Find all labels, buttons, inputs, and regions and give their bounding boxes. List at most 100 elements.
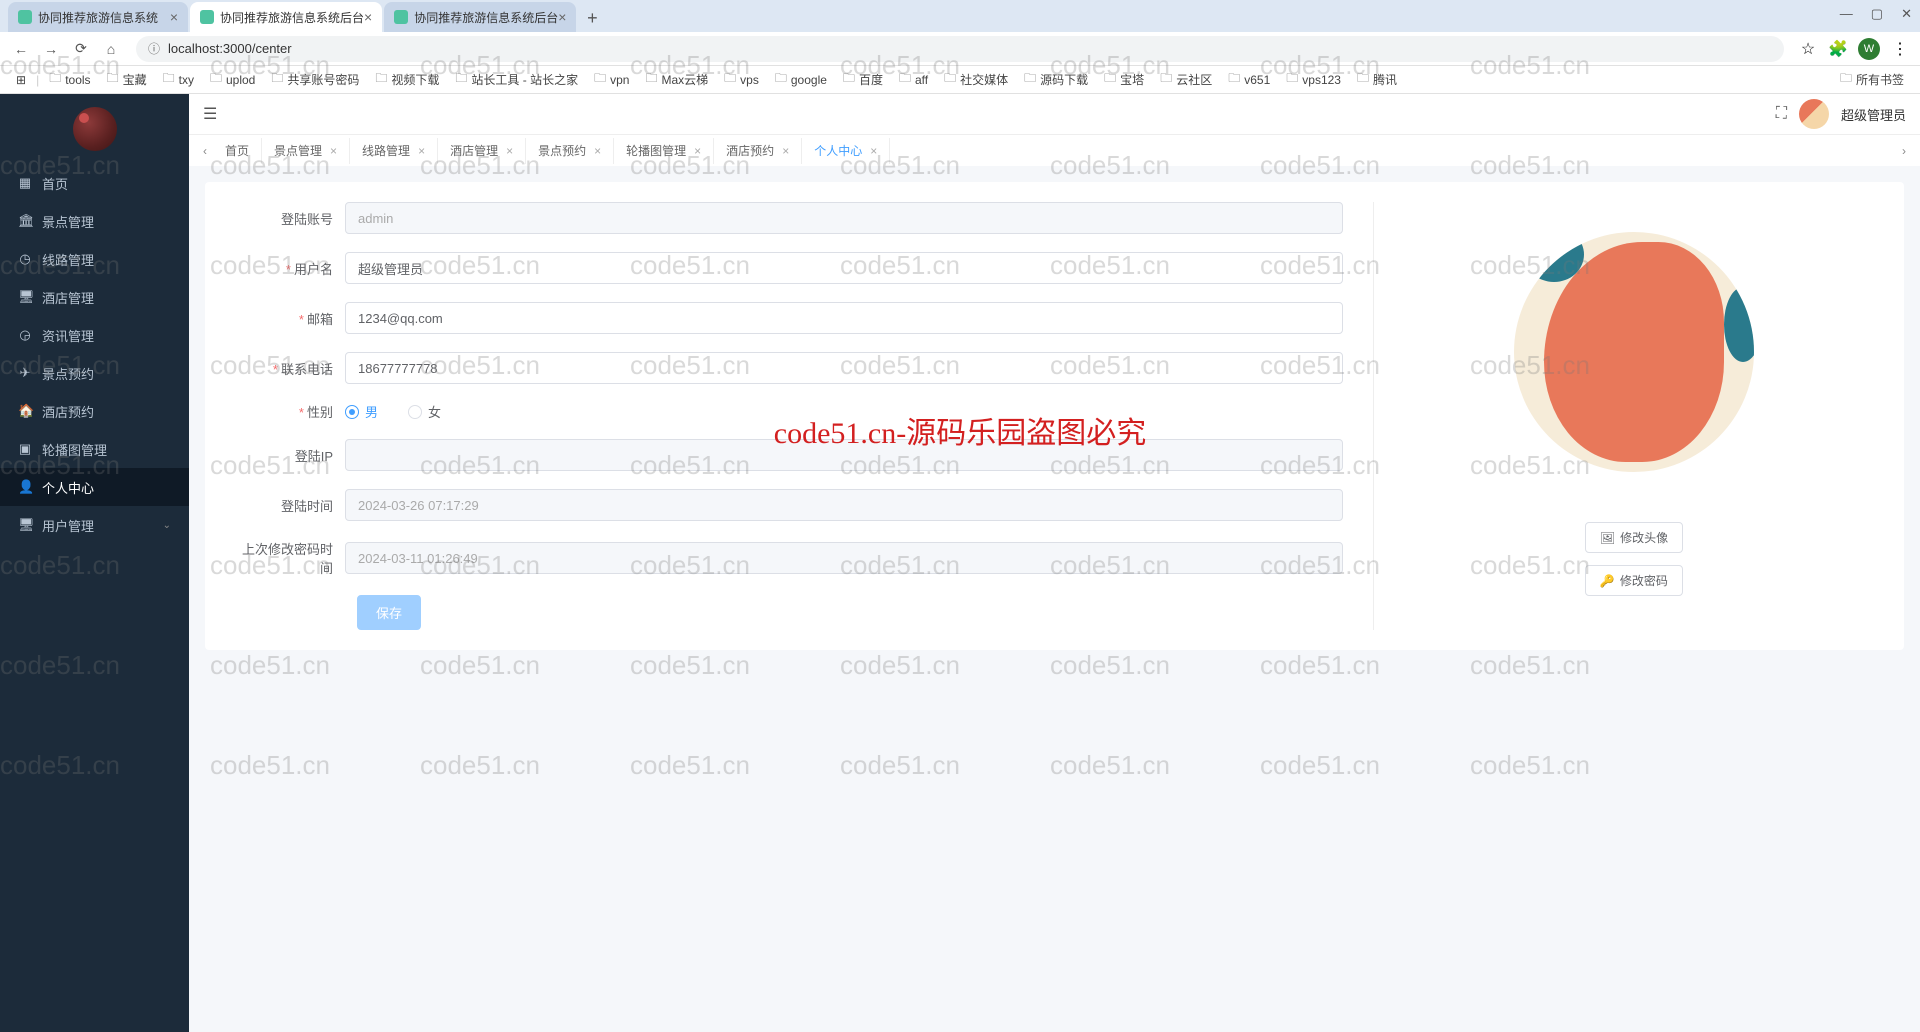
folder-icon: 🗀: [843, 69, 855, 90]
tab-close-icon[interactable]: ×: [330, 144, 337, 158]
tab-title: 协同推荐旅游信息系统后台: [220, 9, 364, 26]
bookmark-item[interactable]: 🗀tools: [43, 67, 96, 92]
tab-close-icon[interactable]: ×: [782, 144, 789, 158]
bookmark-item[interactable]: 🗀源码下载: [1018, 67, 1094, 92]
bookmark-item[interactable]: 🗀google: [769, 67, 833, 92]
url-field[interactable]: ⓘ localhost:3000/center: [136, 36, 1784, 62]
sidebar-item[interactable]: ✈景点预约: [0, 354, 189, 392]
bookmark-item[interactable]: 🗀社交媒体: [938, 67, 1014, 92]
folder-icon: 🗀: [107, 69, 119, 90]
radio-female[interactable]: 女: [408, 402, 441, 421]
bookmark-item[interactable]: 🗀视频下载: [369, 67, 445, 92]
page-tab[interactable]: 景点管理×: [262, 138, 350, 164]
sidebar-item[interactable]: 👤个人中心: [0, 468, 189, 506]
bookmark-item[interactable]: 🗀共享账号密码: [265, 67, 365, 92]
maximize-icon[interactable]: ▢: [1871, 6, 1883, 22]
page-tab[interactable]: 酒店管理 ×: [438, 138, 526, 164]
favicon-icon: [200, 10, 214, 24]
forward-button[interactable]: →: [40, 38, 62, 60]
change-password-button[interactable]: 🔑修改密码: [1585, 565, 1683, 596]
tabs-scroll-right-icon[interactable]: ›: [1896, 144, 1912, 158]
home-button[interactable]: ⌂: [100, 38, 122, 60]
bookmark-item[interactable]: 🗀v651: [1222, 67, 1276, 92]
tab-close-icon[interactable]: ×: [506, 144, 513, 158]
bookmark-item[interactable]: 🗀宝藏: [101, 67, 153, 92]
tab-close-icon[interactable]: ×: [418, 144, 425, 158]
page-tab[interactable]: 首页: [213, 138, 262, 164]
bookmark-item[interactable]: 🗀vps: [718, 67, 765, 92]
bookmark-item[interactable]: 🗀Max云梯: [639, 67, 714, 92]
bookmark-item[interactable]: 🗀uplod: [204, 67, 261, 92]
sidebar-icon: 👤: [18, 479, 32, 495]
page-tab[interactable]: 个人中心×: [802, 138, 890, 164]
sidebar-icon: 🖥: [18, 517, 32, 533]
folder-icon: 🗀: [1024, 69, 1036, 90]
radio-male[interactable]: 男: [345, 402, 378, 421]
tab-close-icon[interactable]: ×: [364, 9, 372, 25]
tabs-scroll-left-icon[interactable]: ‹: [197, 144, 213, 158]
sidebar-item[interactable]: ◷线路管理: [0, 240, 189, 278]
sidebar-item[interactable]: 🏛景点管理: [0, 202, 189, 240]
close-icon[interactable]: ✕: [1901, 6, 1912, 22]
page-tab[interactable]: 轮播图管理×: [614, 138, 714, 164]
fullscreen-icon[interactable]: ⛶: [1776, 105, 1787, 123]
bookmark-item[interactable]: 🗀云社区: [1154, 67, 1218, 92]
sidebar-item[interactable]: ▣轮播图管理: [0, 430, 189, 468]
browser-tab[interactable]: 协同推荐旅游信息系统后台×: [384, 2, 576, 32]
site-info-icon: ⓘ: [148, 40, 160, 57]
reload-button[interactable]: ⟳: [70, 38, 92, 60]
bookmark-item[interactable]: 🗀腾讯: [1351, 67, 1403, 92]
all-bookmarks[interactable]: 🗀所有书签: [1834, 67, 1910, 92]
input-email[interactable]: [345, 302, 1343, 334]
sidebar-item[interactable]: 🏠酒店预约: [0, 392, 189, 430]
bookmark-item[interactable]: 🗀站长工具 - 站长之家: [449, 67, 584, 92]
star-icon[interactable]: ☆: [1798, 39, 1818, 59]
browser-tab[interactable]: 协同推荐旅游信息系统后台×: [190, 2, 382, 32]
profile-form: 登陆账号 *用户名 *邮箱 *联系电话: [235, 202, 1374, 630]
change-avatar-button[interactable]: 🖼修改头像: [1585, 522, 1683, 553]
browser-tab[interactable]: 协同推荐旅游信息系统×: [8, 2, 188, 32]
bookmark-item[interactable]: 🗀vps123: [1280, 67, 1347, 92]
page-tab[interactable]: 景点预约×: [526, 138, 614, 164]
save-button[interactable]: 保存: [357, 595, 421, 630]
bookmark-item[interactable]: 🗀aff: [893, 67, 934, 92]
tab-close-icon[interactable]: ×: [594, 144, 601, 158]
bookmark-label: vps: [740, 73, 759, 87]
bookmark-item[interactable]: 🗀宝塔: [1098, 67, 1150, 92]
new-tab-button[interactable]: +: [578, 4, 606, 32]
sidebar-icon: 🖥: [18, 289, 32, 305]
input-pwd-time: [345, 542, 1343, 574]
sidebar-item[interactable]: ◶资讯管理: [0, 316, 189, 354]
tab-close-icon[interactable]: ×: [170, 9, 178, 25]
menu-icon[interactable]: ⋮: [1890, 39, 1910, 59]
tab-close-icon[interactable]: ×: [558, 9, 566, 25]
apps-button[interactable]: ⊞: [10, 71, 32, 89]
input-username[interactable]: [345, 252, 1343, 284]
page-tab[interactable]: 酒店预约×: [714, 138, 802, 164]
bookmark-item[interactable]: 🗀vpn: [588, 67, 635, 92]
page-tab[interactable]: 线路管理×: [350, 138, 438, 164]
bookmark-item[interactable]: 🗀txy: [157, 67, 200, 92]
folder-icon: 🗀: [775, 69, 787, 90]
sidebar-item[interactable]: 🖥酒店管理: [0, 278, 189, 316]
bookmark-item[interactable]: 🗀百度: [837, 67, 889, 92]
tab-close-icon[interactable]: ×: [694, 144, 701, 158]
favicon-icon: [394, 10, 408, 24]
header-avatar[interactable]: [1799, 99, 1829, 129]
profile-avatar[interactable]: W: [1858, 38, 1880, 60]
radio-dot-icon: [345, 405, 359, 419]
page-tab-label: 酒店管理: [450, 142, 498, 159]
sidebar-item[interactable]: ▦首页: [0, 164, 189, 202]
sidebar-item[interactable]: 🖥用户管理⌄: [0, 506, 189, 544]
big-avatar: [1514, 232, 1754, 472]
tab-close-icon[interactable]: ×: [870, 144, 877, 158]
hamburger-icon[interactable]: ☰: [203, 104, 217, 124]
input-phone[interactable]: [345, 352, 1343, 384]
back-button[interactable]: ←: [10, 38, 32, 60]
minimize-icon[interactable]: —: [1840, 6, 1853, 22]
logo-avatar: [73, 107, 117, 151]
sidebar-item-label: 酒店预约: [42, 402, 94, 421]
extensions-icon[interactable]: 🧩: [1828, 39, 1848, 59]
bookmark-label: vps123: [1302, 73, 1341, 87]
label-account: 登陆账号: [235, 209, 345, 228]
